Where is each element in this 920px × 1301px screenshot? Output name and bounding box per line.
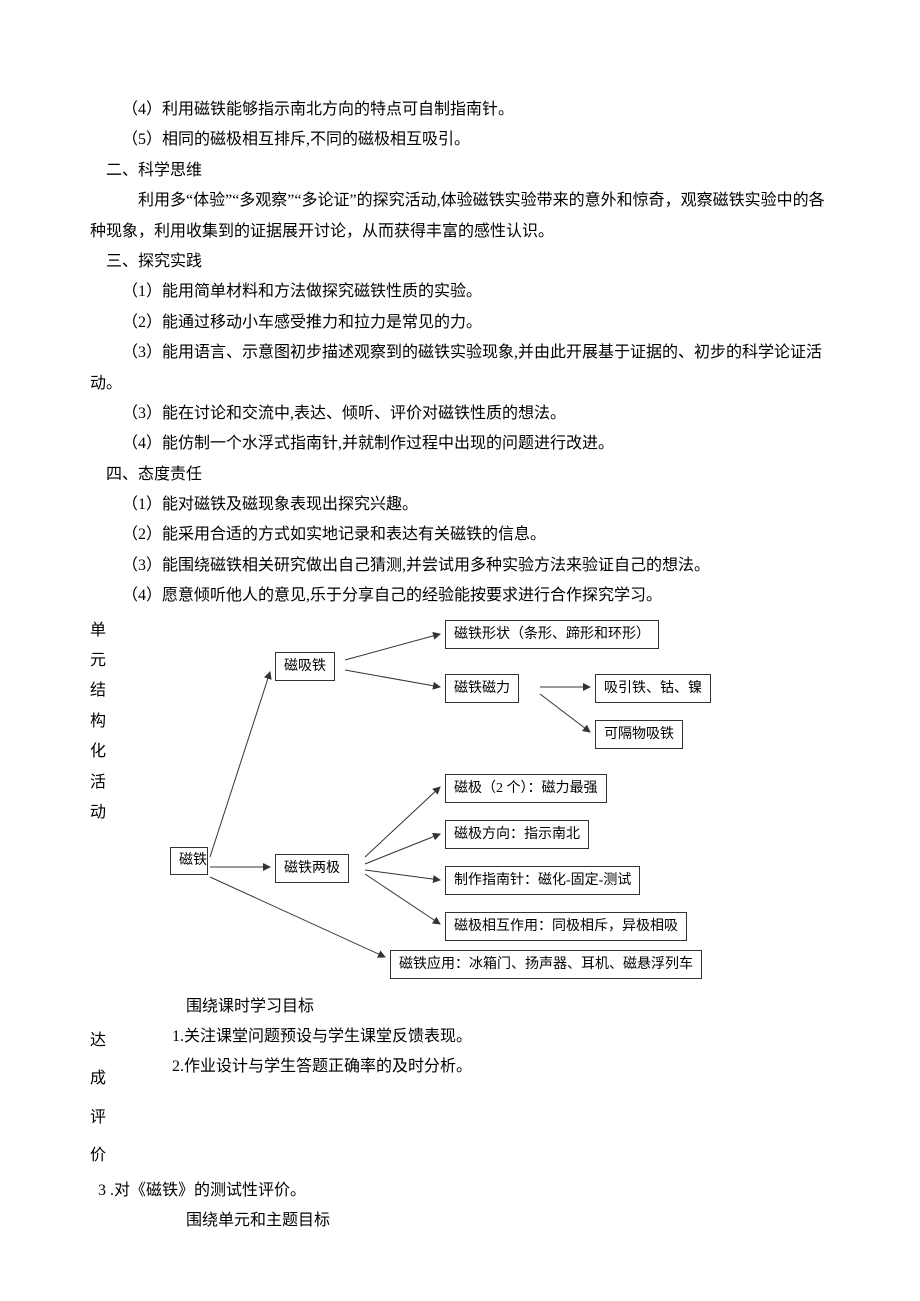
eval-subheading: 围绕单元和主题目标 [90, 1206, 830, 1236]
list-item: （2）能采用合适的方式如实地记录和表达有关磁铁的信息。 [90, 520, 830, 550]
list-item: （5）相同的磁极相互排斥,不同的磁极相互吸引。 [90, 125, 830, 155]
diagram-node: 磁极（2 个）：磁力最强 [445, 774, 607, 804]
list-item: 2.作业设计与学生答题正确率的及时分析。 [140, 1052, 830, 1082]
eval-side-text: 达成评价 [90, 1022, 106, 1176]
diagram-node: 磁吸铁 [275, 652, 335, 682]
document-page: （4）利用磁铁能够指示南北方向的特点可自制指南针。 （5）相同的磁极相互排斥,不… [0, 0, 920, 1301]
paragraph: 利用多“体验”“多观察”“多论证”的探究活动,体验磁铁实验带来的意外和惊奇，观察… [90, 186, 830, 247]
diagram-node-root: 磁铁 [170, 847, 208, 875]
eval-side-label: 达成评价 [90, 1022, 140, 1176]
list-item: （3）能在讨论和交流中,表达、倾听、评价对磁铁性质的想法。 [90, 399, 830, 429]
list-item: （4）利用磁铁能够指示南北方向的特点可自制指南针。 [90, 95, 830, 125]
diagram-node: 制作指南针：磁化-固定-测试 [445, 866, 640, 896]
diagram-node: 磁极方向：指示南北 [445, 820, 589, 850]
eval-subheading: 围绕课时学习目标 [90, 992, 830, 1022]
diagram-section: 单 元 结 构 化 活 动 [90, 612, 830, 992]
list-item: （1）能用简单材料和方法做探究磁铁性质的实验。 [90, 277, 830, 307]
diagram-node: 吸引铁、钴、镍 [595, 674, 711, 704]
list-item: （3）能围绕磁铁相关研究做出自己猜测,并尝试用多种实验方法来验证自己的想法。 [90, 551, 830, 581]
list-item: （1）能对磁铁及磁现象表现出探究兴趣。 [90, 490, 830, 520]
diagram-side-label: 单 元 结 构 化 活 动 [90, 612, 140, 829]
diagram-node: 磁铁磁力 [445, 674, 519, 704]
section-heading-3: 三、探究实践 [90, 247, 830, 277]
list-item: （4）愿意倾听他人的意见,乐于分享自己的经验能按要求进行合作探究学习。 [90, 581, 830, 611]
eval-section: 达成评价 1.关注课堂问题预设与学生课堂反馈表现。 2.作业设计与学生答题正确率… [90, 1022, 830, 1176]
diagram-node: 磁铁形状（条形、蹄形和环形） [445, 620, 659, 650]
section-heading-4: 四、态度责任 [90, 460, 830, 490]
diagram-node: 可隔物吸铁 [595, 720, 683, 750]
diagram-node: 磁极相互作用：同极相斥，异极相吸 [445, 912, 687, 942]
list-item: 1.关注课堂问题预设与学生课堂反馈表现。 [140, 1022, 830, 1052]
section-heading-2: 二、科学思维 [90, 156, 830, 186]
list-item: （4）能仿制一个水浮式指南针,并就制作过程中出现的问题进行改进。 [90, 429, 830, 459]
list-item: （2）能通过移动小车感受推力和拉力是常见的力。 [90, 308, 830, 338]
diagram-node: 磁铁应用：冰箱门、扬声器、耳机、磁悬浮列车 [390, 950, 702, 980]
list-item: （3）能用语言、示意图初步描述观察到的磁铁实验现象,并由此开展基于证据的、初步的… [90, 338, 830, 399]
list-item: 3 .对《磁铁》的测试性评价。 [90, 1176, 830, 1206]
diagram-node: 磁铁两极 [275, 854, 349, 884]
concept-diagram: 磁铁 磁吸铁 磁铁两极 磁铁形状（条形、蹄形和环形） 磁铁磁力 吸引铁、钴、镍 … [140, 612, 830, 992]
